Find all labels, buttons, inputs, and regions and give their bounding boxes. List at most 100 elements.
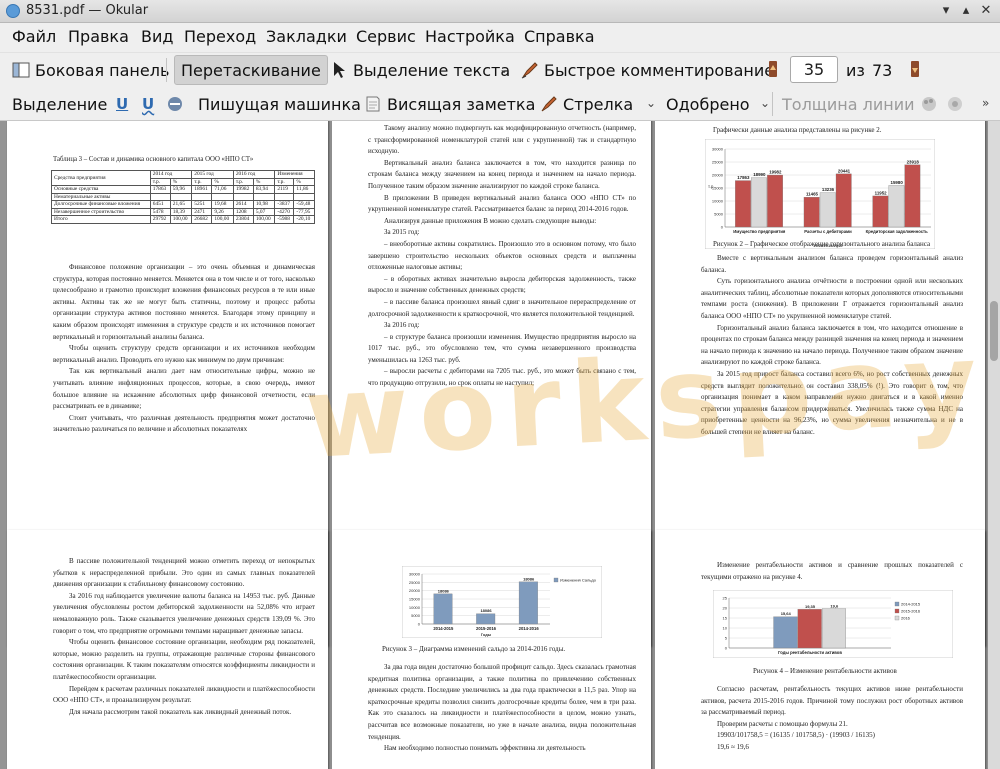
page-number-input[interactable]: 35 [790, 56, 838, 83]
arrow-tool[interactable]: Стрелка [536, 89, 637, 119]
y-tick-label: 20 [723, 606, 728, 611]
data-label: 18990 [753, 172, 766, 177]
x-tick-label: Расчеты с дебиторами [804, 229, 852, 234]
okular-window: 8531.pdf — Okular ▾ ▴ ✕ Файл Правка Вид … [0, 0, 1000, 769]
highlight-tool[interactable]: Выделение [8, 89, 111, 119]
y-tick-label: 20000 [409, 588, 421, 593]
bar [872, 195, 889, 228]
squiggly-underline-icon: U [142, 95, 155, 113]
arrow-label: Стрелка [563, 94, 634, 114]
y-tick-label: 5000 [714, 212, 724, 217]
legend-label: 2015-2016 [901, 609, 921, 614]
line-width-label: Толщина линии [782, 94, 915, 114]
data-label: 15980 [891, 180, 904, 185]
quick-annotation-button[interactable]: Быстрое комментирование [517, 55, 778, 85]
legend-label: 2016 [901, 616, 911, 621]
popup-note-label: Висящая заметка [387, 94, 536, 114]
vertical-scrollbar[interactable] [988, 121, 1000, 769]
bar [433, 593, 453, 625]
scrollbar-thumb[interactable] [990, 301, 998, 361]
data-label: 18086 [523, 576, 535, 581]
previous-page-icon[interactable] [768, 60, 778, 81]
strikeout-icon [166, 95, 184, 113]
menu-bookmarks[interactable]: Закладки [266, 27, 347, 46]
figure-caption: Рисунок 2 – Графическое отображение гори… [713, 240, 931, 248]
menu-tools[interactable]: Сервис [356, 27, 416, 46]
typewriter-tool[interactable]: Пишущая машинка [194, 89, 365, 119]
toolbar-separator [166, 58, 167, 82]
x-tick-label: 2014-2016 [519, 626, 540, 631]
text-select-button[interactable]: Выделение текста [326, 55, 514, 85]
table-subheader: % [252, 177, 276, 186]
table-subheader: % [293, 177, 315, 186]
data-label: 13236 [822, 187, 835, 192]
minimize-icon[interactable]: ▾ [938, 3, 954, 19]
popup-note-tool[interactable]: Висящая заметка [360, 89, 539, 119]
x-tick-label: Кредиторская задолженность [866, 229, 928, 234]
data-label: 19982 [769, 170, 782, 175]
toolbar-overflow-icon[interactable]: » [982, 96, 989, 110]
table-row: Итого 29792 100,00 26682 100,00 23804 100,00 -5… [51, 215, 315, 224]
bar [773, 616, 798, 649]
document-view[interactable]: Таблица 3 – Состав и динамика основного … [0, 121, 1000, 769]
sidebar-button[interactable]: Боковая панель [8, 55, 173, 85]
bar [767, 174, 783, 228]
squiggly-tool[interactable]: U [138, 89, 158, 119]
y-tick-label: 5000 [411, 613, 421, 618]
annotate-icon [521, 61, 539, 79]
legend-swatch [894, 615, 900, 621]
menu-edit[interactable]: Правка [68, 27, 129, 46]
stamp-label: Одобрено [666, 94, 750, 114]
figure-intro: Графически данные анализа представлены н… [713, 126, 882, 134]
strikeout-tool[interactable] [162, 89, 193, 119]
highlight-label: Выделение [12, 94, 108, 114]
menu-go[interactable]: Переход [184, 27, 256, 46]
y-tick-label: 10 [723, 626, 728, 631]
legend-swatch [553, 577, 559, 583]
note-icon [364, 95, 382, 113]
chevron-down-icon[interactable]: ⌄ [499, 62, 509, 76]
cursor-icon [330, 61, 348, 79]
menu-file[interactable]: Файл [12, 27, 56, 46]
legend-label: Изменения Сальдо [560, 578, 597, 583]
menu-view[interactable]: Вид [141, 27, 173, 46]
close-icon[interactable]: ✕ [978, 3, 994, 19]
stamp-tool[interactable]: Одобрено [662, 89, 754, 119]
capital-table: Средства предприятия 2014 год 2015 год 2… [51, 170, 315, 224]
page-text: За два года виден достаточно большой про… [368, 663, 636, 753]
y-tick-label: 15000 [712, 186, 724, 191]
color-palette-icon [920, 95, 938, 113]
bar [822, 608, 847, 649]
underline-tool[interactable]: U [112, 89, 132, 119]
next-page-icon[interactable] [910, 60, 920, 81]
page-text: Согласно расчетам, рентабельность текущи… [701, 685, 963, 751]
maximize-icon[interactable]: ▴ [958, 3, 974, 19]
menu-help[interactable]: Справка [524, 27, 595, 46]
y-tick-label: 20000 [712, 173, 724, 178]
line-width-control[interactable]: Толщина линии [778, 89, 919, 119]
table-subheader: т.р. [191, 177, 213, 186]
bar [803, 197, 820, 228]
saldo-chart: 050001000015000200002500030000180862014-… [402, 566, 602, 638]
data-label: 15,64 [781, 611, 792, 616]
table-header: 2015 год [191, 170, 234, 179]
opacity-tool[interactable] [942, 89, 973, 119]
x-tick-label: 2014-2015 [433, 626, 454, 631]
data-label: 18086 [438, 588, 450, 593]
opacity-icon [946, 95, 964, 113]
table-caption: Таблица 3 – Состав и динамика основного … [53, 156, 254, 163]
browse-tool-label: Перетаскивание [181, 60, 321, 80]
profitability-chart: 051015202515,6419,35 19,6Годы рентабельно… [713, 590, 953, 658]
browse-tool-button[interactable]: Перетаскивание [174, 55, 328, 85]
data-label: 23918 [907, 159, 920, 164]
menu-settings[interactable]: Настройка [425, 27, 515, 46]
window-title: 8531.pdf — Okular [26, 3, 149, 18]
toolbar-separator [772, 92, 773, 116]
table-row: Нематериальные активы [51, 192, 315, 201]
y-tick-label: 30000 [712, 147, 724, 152]
page-text: Изменение рентабельности активов и сравн… [701, 561, 963, 581]
chevron-down-icon[interactable]: ⌄ [760, 96, 770, 110]
chevron-down-icon[interactable]: ⌄ [646, 96, 656, 110]
y-tick-label: 15000 [409, 597, 421, 602]
table-header: 2014 год [149, 170, 193, 179]
